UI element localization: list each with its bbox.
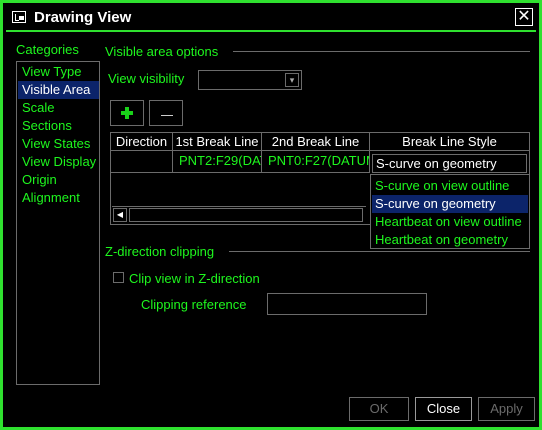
clipping-reference-label: Clipping reference <box>141 297 247 312</box>
drawing-view-dialog: Drawing View ✕ Categories View Type Visi… <box>0 0 542 430</box>
table-cell-second-break[interactable]: PNT0:F27(DATUM <box>262 151 370 173</box>
minus-icon <box>161 115 173 116</box>
column-header-second-break[interactable]: 2nd Break Line <box>262 133 370 151</box>
option-s-curve-geometry[interactable]: S-curve on geometry <box>372 195 528 213</box>
column-header-direction[interactable]: Direction <box>111 133 173 151</box>
visible-area-group-title: Visible area options <box>105 44 219 59</box>
close-icon[interactable]: ✕ <box>515 8 533 26</box>
option-heartbeat-view-outline[interactable]: Heartbeat on view outline <box>372 213 528 231</box>
chevron-down-icon[interactable]: ▾ <box>285 73 299 87</box>
scroll-left-icon[interactable]: ◀ <box>113 208 127 222</box>
clip-z-checkbox[interactable] <box>113 272 124 283</box>
break-style-dropdown: S-curve on view outline S-curve on geome… <box>370 174 530 249</box>
categories-label: Categories <box>16 42 79 57</box>
view-visibility-select[interactable]: ▾ <box>198 70 302 90</box>
category-sections[interactable]: Sections <box>18 117 99 135</box>
option-s-curve-view-outline[interactable]: S-curve on view outline <box>372 177 528 195</box>
column-header-first-break[interactable]: 1st Break Line <box>173 133 262 151</box>
z-clipping-group-title: Z-direction clipping <box>105 244 215 259</box>
window-title: Drawing View <box>34 9 132 26</box>
category-view-states[interactable]: View States <box>18 135 99 153</box>
categories-list: View Type Visible Area Scale Sections Vi… <box>16 61 100 385</box>
category-scale[interactable]: Scale <box>18 99 99 117</box>
ok-button[interactable]: OK <box>349 397 409 421</box>
title-bar[interactable]: Drawing View ✕ <box>6 6 536 32</box>
close-button[interactable]: Close <box>415 397 472 421</box>
z-clipping-divider <box>229 251 530 252</box>
break-style-select[interactable]: S-curve on geometry <box>372 154 527 173</box>
add-break-button[interactable] <box>110 100 144 126</box>
drawing-view-icon <box>12 11 26 23</box>
plus-icon <box>121 107 133 119</box>
clip-z-label[interactable]: Clip view in Z-direction <box>129 271 260 286</box>
table-horizontal-scrollbar[interactable]: ◀ <box>112 206 366 222</box>
category-origin[interactable]: Origin <box>18 171 99 189</box>
category-view-display[interactable]: View Display <box>18 153 99 171</box>
category-alignment[interactable]: Alignment <box>18 189 99 207</box>
column-header-break-style[interactable]: Break Line Style <box>370 133 529 151</box>
visible-area-divider <box>233 51 530 52</box>
table-cell-first-break[interactable]: PNT2:F29(DATUM <box>173 151 262 173</box>
view-visibility-label: View visibility <box>108 71 185 86</box>
category-view-type[interactable]: View Type <box>18 63 99 81</box>
category-visible-area[interactable]: Visible Area <box>18 81 99 99</box>
option-heartbeat-geometry[interactable]: Heartbeat on geometry <box>372 231 528 249</box>
apply-button[interactable]: Apply <box>478 397 535 421</box>
remove-break-button[interactable] <box>149 100 183 126</box>
scroll-track[interactable] <box>129 208 363 222</box>
table-cell-direction[interactable] <box>111 151 173 173</box>
clipping-reference-field[interactable] <box>267 293 427 315</box>
